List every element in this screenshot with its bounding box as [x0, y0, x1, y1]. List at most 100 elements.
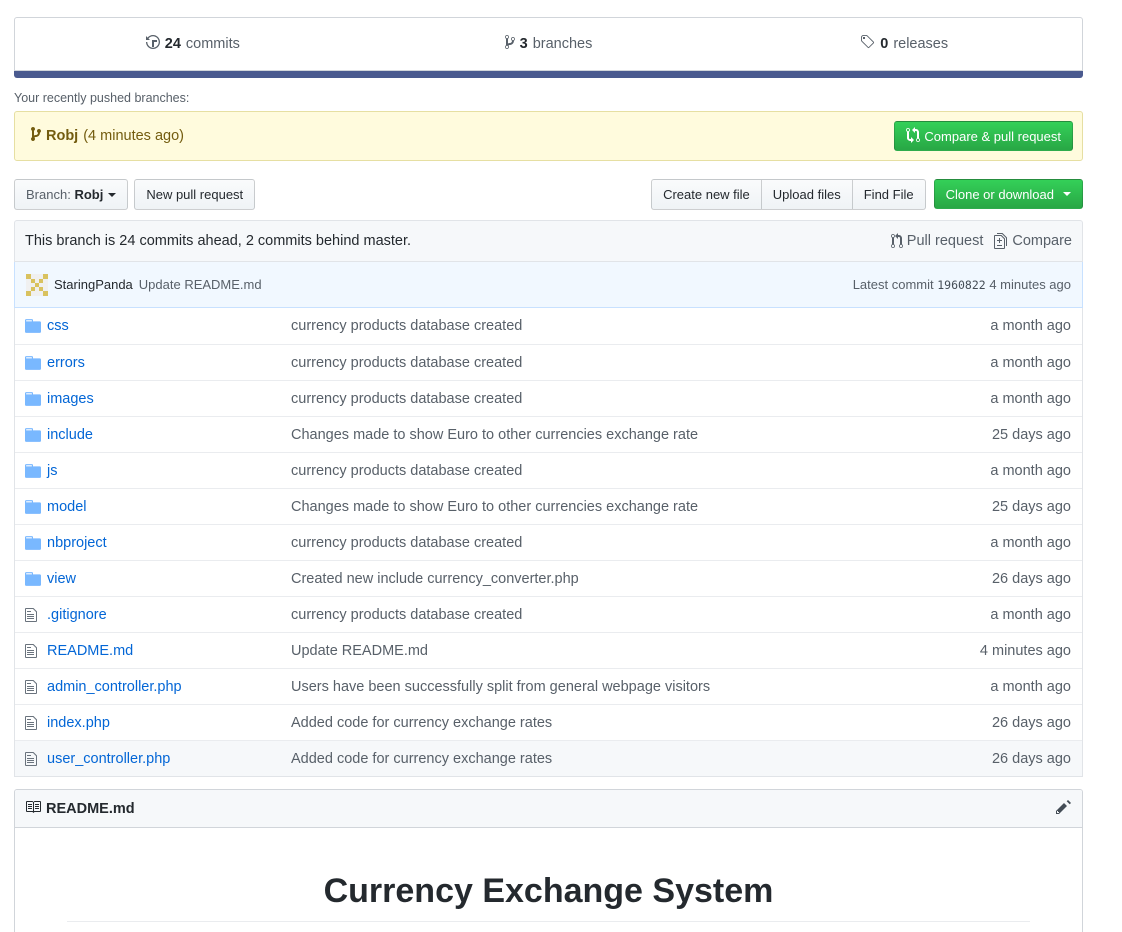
file-age: 26 days ago — [991, 714, 1071, 731]
file-age: a month ago — [990, 354, 1071, 371]
folder-icon — [25, 391, 45, 406]
pushed-branch-name[interactable]: Robj — [46, 128, 78, 144]
file-row: images currency products database created… — [15, 380, 1082, 416]
branch-icon — [31, 126, 41, 146]
commit-message[interactable]: Update README.md — [139, 277, 262, 292]
book-icon — [25, 799, 41, 819]
recent-branches-label: Your recently pushed branches: — [14, 91, 190, 105]
file-commit-message[interactable]: currency products database created — [291, 318, 990, 334]
folder-icon — [25, 499, 45, 514]
file-row: user_controller.php Added code for curren… — [15, 740, 1082, 776]
releases-count: 0 — [880, 36, 889, 52]
releases-link[interactable]: 0 releases — [726, 34, 1082, 54]
readme-heading: Currency Exchange System — [67, 872, 1030, 922]
file-name-link[interactable]: user_controller.php — [45, 751, 291, 767]
pushed-branch-time: (4 minutes ago) — [83, 128, 184, 144]
file-age: 25 days ago — [991, 498, 1071, 515]
file-commit-message[interactable]: currency products database created — [291, 535, 990, 551]
branch-prefix: Branch: — [26, 187, 71, 202]
file-age: a month ago — [990, 606, 1071, 623]
folder-icon — [25, 535, 45, 550]
tag-icon — [860, 34, 875, 54]
file-commit-message[interactable]: Added code for currency exchange rates — [291, 715, 992, 731]
file-commit-message[interactable]: currency products database created — [291, 355, 990, 371]
clone-download-button[interactable]: Clone or download — [933, 179, 1083, 209]
commit-sha[interactable]: 1960822 — [937, 278, 985, 292]
file-icon — [25, 751, 45, 767]
file-commit-message[interactable]: Changes made to show Euro to other curre… — [291, 427, 992, 443]
file-age: a month ago — [990, 318, 1071, 334]
file-name-link[interactable]: admin_controller.php — [45, 679, 291, 695]
file-name-link[interactable]: include — [45, 427, 291, 443]
compare-link[interactable]: Compare — [994, 233, 1072, 249]
file-row: model Changes made to show Euro to other … — [15, 488, 1082, 524]
file-commit-message[interactable]: Added code for currency exchange rates — [291, 751, 992, 767]
latest-commit-bar: StaringPanda Update README.md Latest com… — [14, 262, 1083, 308]
file-commit-message[interactable]: currency products database created — [291, 391, 990, 407]
releases-label: releases — [893, 36, 949, 52]
file-name-link[interactable]: index.php — [45, 715, 291, 731]
file-row: README.md Update README.md 4 minutes ago — [15, 632, 1082, 668]
readme-filename: README.md — [46, 800, 135, 817]
file-icon — [25, 679, 45, 695]
file-commit-message[interactable]: Users have been successfully split from … — [291, 679, 990, 695]
file-name-link[interactable]: view — [45, 571, 291, 587]
recently-pushed-branch: Robj (4 minutes ago) Compare & pull requ… — [14, 111, 1083, 161]
folder-icon — [25, 355, 45, 370]
branch-select-button[interactable]: Branch: Robj — [14, 179, 129, 210]
readme-panel: README.md Currency Exchange System — [14, 789, 1083, 932]
history-icon — [145, 34, 160, 54]
file-age: 26 days ago — [991, 750, 1071, 767]
git-pull-request-icon — [890, 233, 903, 249]
pull-request-link[interactable]: Pull request — [890, 233, 984, 249]
repository-content: 24 commits 3 branches 0 releases Your re… — [14, 17, 1083, 932]
commits-count: 24 — [164, 36, 181, 52]
branch-name: Robj — [74, 187, 104, 202]
file-icon — [25, 607, 45, 623]
clone-download-label: Clone or download — [945, 186, 1054, 202]
file-commit-message[interactable]: Changes made to show Euro to other curre… — [291, 499, 992, 515]
file-name-link[interactable]: model — [45, 499, 291, 515]
file-name-link[interactable]: images — [45, 391, 291, 407]
file-age: a month ago — [990, 678, 1071, 695]
branches-label: branches — [532, 36, 593, 52]
file-row: admin_controller.php Users have been succ… — [15, 668, 1082, 704]
file-name-link[interactable]: README.md — [45, 643, 291, 659]
upload-files-button[interactable]: Upload files — [760, 179, 853, 210]
pull-request-label: Pull request — [906, 233, 984, 249]
file-list: css currency products database created a m… — [14, 308, 1083, 777]
file-name-link[interactable]: nbproject — [45, 535, 291, 551]
commits-link[interactable]: 24 commits — [15, 34, 371, 54]
compare-pull-request-button[interactable]: Compare & pull request — [894, 121, 1073, 151]
file-age: 26 days ago — [991, 570, 1071, 587]
file-commit-message[interactable]: currency products database created — [291, 463, 990, 479]
file-name-link[interactable]: errors — [45, 355, 291, 371]
file-commit-message[interactable]: Created new include currency_converter.p… — [291, 571, 992, 587]
file-icon — [25, 643, 45, 659]
create-new-file-button[interactable]: Create new file — [651, 179, 762, 210]
file-commit-message[interactable]: Update README.md — [291, 643, 980, 659]
file-row: view Created new include currency_convert… — [15, 560, 1082, 596]
file-row: css currency products database created a m… — [15, 308, 1082, 344]
branches-link[interactable]: 3 branches — [371, 34, 727, 54]
new-pull-request-button[interactable]: New pull request — [134, 179, 256, 210]
pencil-icon[interactable] — [1056, 799, 1072, 819]
file-name-link[interactable]: .gitignore — [45, 607, 291, 623]
numbers-summary: 24 commits 3 branches 0 releases — [14, 17, 1083, 71]
file-name-link[interactable]: css — [45, 318, 291, 334]
caret-down-icon — [1063, 192, 1071, 196]
branch-infobar: This branch is 24 commits ahead, 2 commi… — [14, 220, 1083, 262]
file-age: 25 days ago — [991, 426, 1071, 443]
language-bar — [14, 71, 1083, 78]
avatar[interactable] — [26, 273, 48, 296]
file-row: index.php Added code for currency exchang… — [15, 704, 1082, 740]
file-icon — [25, 715, 45, 731]
file-commit-message[interactable]: currency products database created — [291, 607, 990, 623]
file-name-link[interactable]: js — [45, 463, 291, 479]
commit-author[interactable]: StaringPanda — [54, 277, 133, 292]
caret-down-icon — [108, 192, 117, 197]
git-compare-icon — [906, 126, 921, 146]
commit-time: 4 minutes ago — [989, 277, 1071, 292]
folder-icon — [25, 427, 45, 442]
find-file-button[interactable]: Find File — [851, 179, 926, 210]
